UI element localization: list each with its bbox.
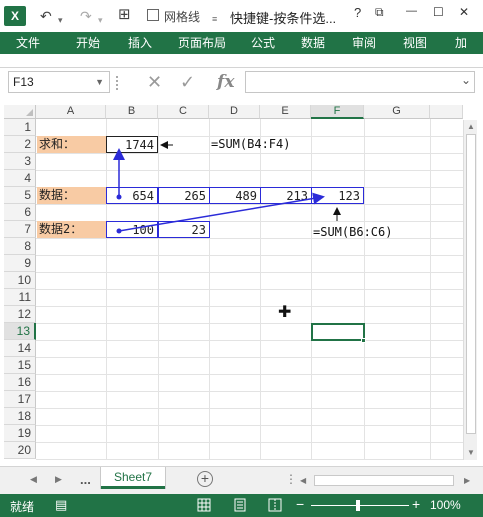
scroll-right-icon[interactable]: ▶ <box>464 476 470 485</box>
page-break-view-icon[interactable] <box>268 498 282 512</box>
tab-file[interactable]: 文件 <box>8 32 48 54</box>
status-bar: 就绪 ▤ − + 100% <box>0 494 483 517</box>
name-box[interactable]: F13 ▼ <box>8 71 110 93</box>
undo-icon[interactable]: ↶ <box>40 7 52 25</box>
insert-function-icon[interactable]: fx <box>217 72 234 92</box>
customize-qa-icon[interactable]: ≡ <box>212 10 217 28</box>
formula-bar: F13 ▼ ✕ ✓ fx ⌄ <box>0 68 483 98</box>
redo-dropdown-icon[interactable]: ▾ <box>98 11 103 29</box>
cancel-icon[interactable]: ✕ <box>147 72 162 92</box>
next-sheet-icon[interactable]: ▶ <box>55 474 62 485</box>
page-layout-view-icon[interactable] <box>233 498 247 512</box>
minimize-button[interactable]: — <box>406 5 417 17</box>
status-ready: 就绪 <box>10 500 35 514</box>
ribbon-collapsed-area <box>0 54 483 68</box>
formula-bar-grip[interactable] <box>116 76 118 90</box>
macro-record-icon[interactable]: ▤ <box>55 497 67 513</box>
horizontal-scrollbar[interactable]: ◀ ▶ <box>296 474 476 488</box>
name-box-value: F13 <box>13 75 34 89</box>
arrow-dot-b7 <box>116 228 122 234</box>
chevron-down-icon[interactable]: ▼ <box>95 72 104 92</box>
scroll-left-icon[interactable]: ◀ <box>300 476 306 485</box>
cell-cursor-icon: ✚ <box>278 304 292 321</box>
vertical-scroll-thumb[interactable] <box>466 134 476 434</box>
gridlines-checkbox[interactable] <box>147 9 159 21</box>
help-button[interactable]: ? <box>354 5 361 20</box>
prev-sheet-icon[interactable]: ◀ <box>30 474 37 485</box>
ribbon-tabs: 文件 开始 插入 页面布局 公式 数据 审阅 视图 加 <box>0 32 483 54</box>
scroll-down-icon[interactable]: ▼ <box>467 448 475 457</box>
window-title: 快捷键-按条件选... <box>230 11 337 26</box>
sheet-tab-sheet7[interactable]: Sheet7 <box>101 467 165 489</box>
zoom-slider-thumb[interactable] <box>356 500 360 511</box>
scroll-up-icon[interactable]: ▲ <box>467 122 475 131</box>
normal-view-icon[interactable] <box>197 498 211 512</box>
redo-icon[interactable]: ↷ <box>80 7 92 25</box>
tab-review[interactable]: 审阅 <box>352 32 376 54</box>
tab-home[interactable]: 开始 <box>76 32 100 54</box>
maximize-button[interactable]: ☐ <box>433 5 444 19</box>
excel-logo-icon: X <box>4 6 26 26</box>
title-bar: X ↶ ▾ ↷ ▾ ⊞ 网格线 ≡ 快捷键-按条件选... ? ⧉ — ☐ ✕ <box>0 0 483 32</box>
selected-cell-f13[interactable] <box>311 323 365 341</box>
fill-handle[interactable] <box>361 338 366 343</box>
vertical-scrollbar[interactable]: ▲ ▼ <box>463 120 477 460</box>
add-sheet-icon[interactable]: + <box>197 471 213 487</box>
worksheet-grid[interactable]: A B C D E F G 1 2 3 4 5 6 7 8 9 10 11 12… <box>0 98 483 466</box>
gridlines-label: 网格线 <box>164 10 201 24</box>
tab-more[interactable]: 加 <box>455 32 467 54</box>
formula-input[interactable] <box>245 71 475 93</box>
undo-dropdown-icon[interactable]: ▾ <box>58 11 63 29</box>
expand-formula-icon[interactable]: ⌄ <box>461 73 479 87</box>
tab-formulas[interactable]: 公式 <box>251 32 275 54</box>
zoom-slider[interactable] <box>311 505 409 506</box>
more-sheets-button[interactable]: ... <box>80 472 91 487</box>
annotation-arrows <box>113 141 341 234</box>
arrow-b7-to-f5 <box>118 192 325 232</box>
close-button[interactable]: ✕ <box>459 5 469 19</box>
sheet-tab-bar: ◀ ▶ ... Sheet7 + ⋮ ◀ ▶ <box>0 466 483 494</box>
arrow-dot-b5 <box>116 194 122 200</box>
zoom-in-button[interactable]: + <box>412 496 420 512</box>
ribbon-display-button[interactable]: ⧉ <box>375 5 384 20</box>
tab-insert[interactable]: 插入 <box>128 32 152 54</box>
table-icon[interactable]: ⊞ <box>118 6 131 24</box>
zoom-level[interactable]: 100% <box>430 498 461 512</box>
horizontal-scroll-thumb[interactable] <box>314 475 454 486</box>
tab-page-layout[interactable]: 页面布局 <box>178 32 226 54</box>
tab-view[interactable]: 视图 <box>403 32 427 54</box>
zoom-out-button[interactable]: − <box>296 496 304 512</box>
tab-data[interactable]: 数据 <box>301 32 325 54</box>
enter-check-icon[interactable]: ✓ <box>180 72 195 92</box>
